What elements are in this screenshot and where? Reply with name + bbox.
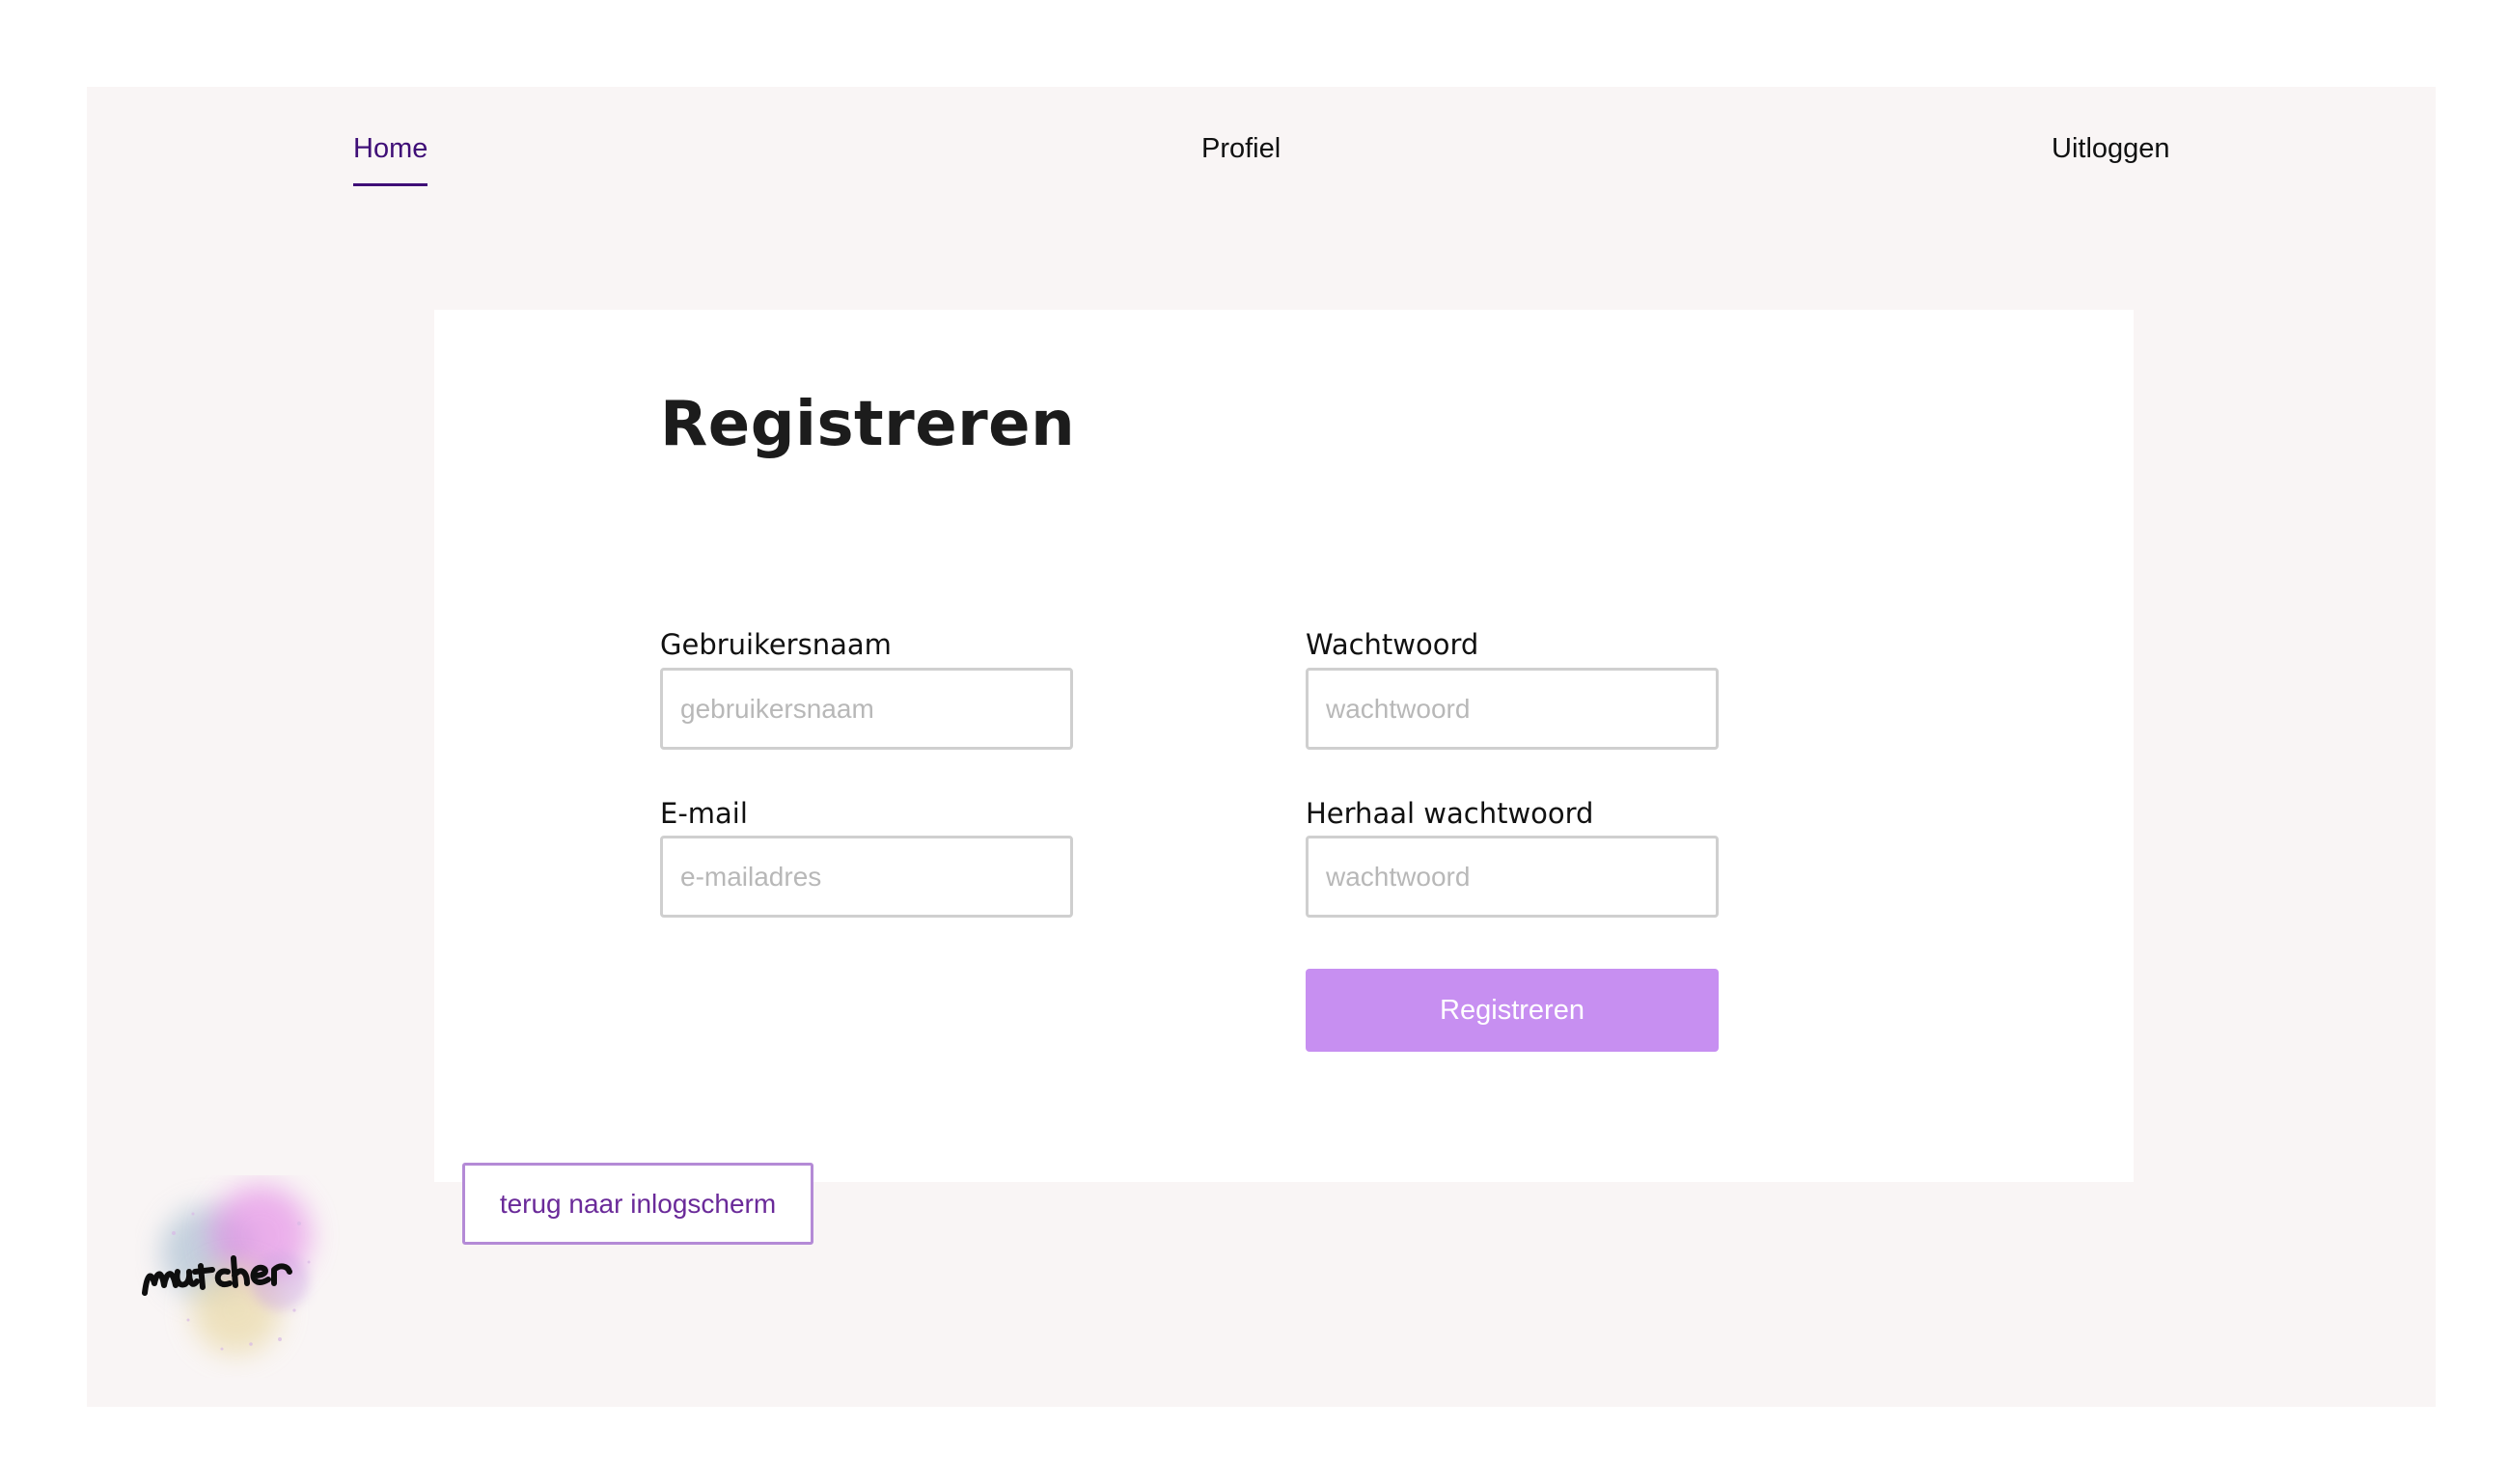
nav-item-label: Uitloggen	[2052, 133, 2170, 164]
page-title: Registreren	[660, 389, 1076, 460]
nav-item-uitloggen[interactable]: Uitloggen	[2052, 133, 2170, 165]
nav-item-label: Profiel	[1201, 133, 1282, 164]
nav-active-underline	[353, 183, 428, 186]
nav-item-home[interactable]: Home	[353, 133, 428, 186]
matcher-logo-graphic	[142, 1185, 311, 1355]
nav-item-label: Home	[353, 133, 428, 164]
app-frame: Home Profiel Uitloggen Registreren Gebru…	[87, 87, 2436, 1407]
matcher-logo-icon	[135, 1175, 347, 1378]
password-input[interactable]	[1306, 668, 1719, 750]
repeat-password-label: Herhaal wachtwoord	[1306, 797, 1594, 830]
back-to-login-button[interactable]: terug naar inlogscherm	[462, 1163, 813, 1245]
register-card: Registreren Gebruikersnaam E-mail Wachtw…	[434, 310, 2134, 1245]
email-label: E-mail	[660, 797, 748, 830]
email-input[interactable]	[660, 836, 1073, 918]
nav-item-profiel[interactable]: Profiel	[1201, 133, 1281, 165]
password-label: Wachtwoord	[1306, 628, 1479, 661]
repeat-password-input[interactable]	[1306, 836, 1719, 918]
username-label: Gebruikersnaam	[660, 628, 892, 661]
username-input[interactable]	[660, 668, 1073, 750]
register-button[interactable]: Registreren	[1306, 969, 1719, 1052]
